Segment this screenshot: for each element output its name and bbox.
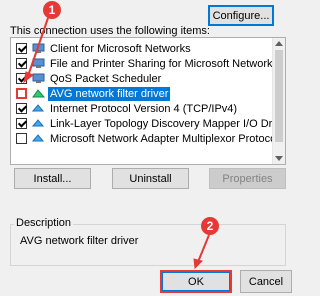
step-1-badge: 1	[43, 1, 61, 19]
annotation-arrows	[23, 17, 210, 270]
arrow-to-ok-button	[193, 234, 210, 270]
step-2-badge: 2	[201, 217, 219, 235]
arrow-to-avg-checkbox	[23, 17, 49, 84]
